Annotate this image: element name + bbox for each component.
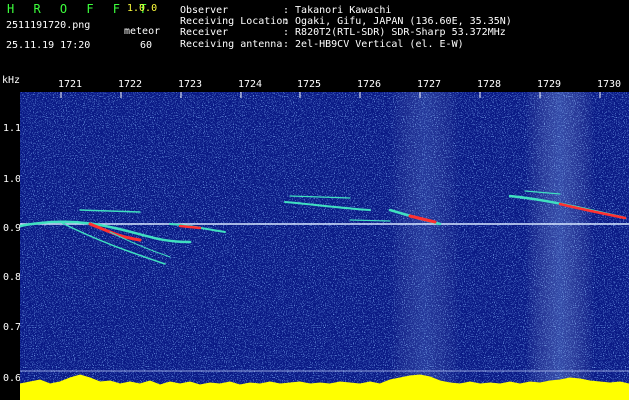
time-tick-label: 1722: [118, 79, 143, 90]
freq-tick-label: 0.6: [3, 373, 22, 384]
noise-band-1727: [390, 92, 460, 400]
freq-tick-label: 1.1: [3, 123, 22, 134]
time-tick-label: 1725: [297, 79, 322, 90]
image-filename: 2511191720.png: [6, 20, 91, 31]
info-value-receiver: : R820T2(RTL-SDR) SDR-Sharp 53.372MHz: [283, 27, 506, 38]
app-version: 1.0.0: [127, 3, 158, 14]
freq-tick-label: 0.7: [3, 322, 22, 333]
time-tick-label: 1729: [537, 79, 562, 90]
time-tick-label: 1724: [238, 79, 263, 90]
time-tick-label: 1728: [477, 79, 502, 90]
noise-band-1729: [525, 92, 595, 400]
info-value-location: : Ogaki, Gifu, JAPAN (136.60E, 35.35N): [283, 16, 512, 27]
info-label-observer: Observer: [180, 5, 229, 16]
meteor-count: 60: [140, 40, 153, 51]
time-tick-label: 1721: [58, 79, 83, 90]
info-label-receiver: Receiver: [180, 27, 229, 38]
freq-tick-label: 0.8: [3, 272, 22, 283]
time-tick-label: 1726: [357, 79, 382, 90]
time-tick-label: 1730: [597, 79, 622, 90]
info-label-location: Receiving Location: [180, 16, 289, 27]
time-tick-label: 1723: [178, 79, 203, 90]
freq-tick-label: 0.9: [3, 223, 22, 234]
observation-datetime: 25.11.19 17:20: [6, 40, 91, 51]
info-label-antenna: Receiving antenna: [180, 39, 283, 50]
info-value-antenna: : 2el-HB9CV Vertical (el. E-W): [283, 39, 464, 50]
time-tick-label: 1727: [417, 79, 442, 90]
spectrogram-plot: [20, 92, 629, 400]
frequency-unit-label: kHz: [2, 75, 21, 86]
info-value-observer: : Takanori Kawachi: [283, 5, 392, 16]
observation-mode: meteor: [124, 26, 161, 37]
hroft-spectrogram-window: H R O F F T 1.0.0 2511191720.png meteor …: [0, 0, 629, 400]
freq-tick-label: 1.0: [3, 174, 22, 185]
